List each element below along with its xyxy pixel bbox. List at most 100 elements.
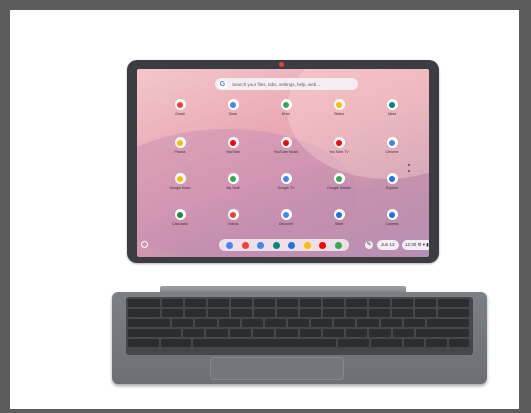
keyboard-key[interactable] <box>437 309 469 317</box>
launcher-button[interactable] <box>141 241 148 248</box>
keyboard-key[interactable] <box>276 329 298 337</box>
keyboard-key[interactable] <box>403 319 425 327</box>
app-youtube[interactable]: YouTube <box>213 137 253 154</box>
keyboard-key[interactable] <box>218 319 240 327</box>
docs-icon[interactable] <box>257 241 265 249</box>
keyboard-key[interactable] <box>322 299 344 307</box>
keyboard-key[interactable] <box>322 309 344 317</box>
app-discover[interactable]: Discover <box>266 209 306 226</box>
keyboard-key[interactable] <box>391 299 413 307</box>
keyboard-key[interactable] <box>380 319 402 327</box>
app-docs[interactable]: Docs <box>213 99 253 116</box>
keyboard-key[interactable] <box>128 309 160 317</box>
keyboard-key[interactable] <box>392 329 414 337</box>
keyboard-key[interactable] <box>252 329 275 337</box>
app-calculator[interactable]: Calculator <box>160 209 200 226</box>
keyboard-key[interactable] <box>207 309 229 317</box>
keyboard-key[interactable] <box>184 309 206 317</box>
keyboard-key[interactable] <box>161 299 183 307</box>
app-icon <box>386 209 398 220</box>
keyboard-key[interactable] <box>229 329 251 337</box>
touchpad[interactable] <box>210 357 344 380</box>
app-gmail[interactable]: Gmail <box>160 99 200 116</box>
page-dot[interactable] <box>408 164 410 166</box>
keyboard-key[interactable] <box>426 319 470 327</box>
keyboard-key[interactable] <box>346 329 368 337</box>
keyboard-key[interactable] <box>437 299 469 307</box>
page-dot[interactable] <box>408 170 410 172</box>
keyboard-key[interactable] <box>414 309 436 317</box>
app-store[interactable]: Store <box>319 209 359 226</box>
keyboard-key[interactable] <box>128 329 182 337</box>
keyboard-key[interactable] <box>299 309 321 317</box>
keyboard-key[interactable] <box>345 309 367 317</box>
keyboard-key[interactable] <box>128 299 160 307</box>
keyboard-key[interactable] <box>264 319 286 327</box>
keyboard-key[interactable] <box>128 319 171 327</box>
app-drive[interactable]: Drive <box>266 99 306 116</box>
keyboard-key[interactable] <box>368 299 390 307</box>
gmail-icon[interactable] <box>241 241 249 249</box>
tray-date[interactable]: Jun 13 <box>377 240 399 250</box>
keyboard-key[interactable] <box>371 339 402 347</box>
app-label: Chrome <box>385 150 399 154</box>
keyboard-key[interactable] <box>161 309 183 317</box>
keyboard-key[interactable] <box>448 339 469 347</box>
keyboard-key[interactable] <box>299 299 321 307</box>
keyboard-key[interactable] <box>241 319 263 327</box>
keyboard-key[interactable] <box>299 329 321 337</box>
keyboard-key[interactable] <box>368 309 390 317</box>
app-camera[interactable]: Camera <box>372 209 412 226</box>
files-icon[interactable] <box>288 241 296 249</box>
keyboard-key[interactable] <box>206 329 228 337</box>
key-row <box>128 339 471 347</box>
keyboard-key[interactable] <box>160 339 192 347</box>
app-slides[interactable]: Slides <box>319 99 359 116</box>
keyboard-key[interactable] <box>311 319 333 327</box>
app-google-sheets[interactable]: Google Sheets <box>319 173 359 190</box>
keyboard-key[interactable] <box>172 319 194 327</box>
status-tray[interactable]: 12:30 ⚙ ▾ ▮ <box>402 240 429 250</box>
keyboard-key[interactable] <box>415 329 469 337</box>
keyboard-key[interactable] <box>230 299 252 307</box>
app-videos[interactable]: Videos <box>213 209 253 226</box>
keyboard-key[interactable] <box>287 319 310 327</box>
keyboard-key[interactable] <box>334 319 356 327</box>
keyboard-key[interactable] <box>128 339 159 347</box>
keyboard-key[interactable] <box>253 309 275 317</box>
keyboard-key[interactable] <box>426 339 447 347</box>
app-chrome[interactable]: Chrome <box>372 137 412 154</box>
chromebook-tablet: G Search your files, tabs, settings, hel… <box>127 60 439 263</box>
keyboard-key[interactable] <box>357 319 379 327</box>
keyboard-key[interactable] <box>183 329 205 337</box>
play-store-icon[interactable] <box>334 241 342 249</box>
keyboard-key[interactable] <box>253 299 275 307</box>
keyboard-key[interactable] <box>322 329 345 337</box>
keyboard-key[interactable] <box>276 309 298 317</box>
keyboard-key[interactable] <box>276 299 298 307</box>
keyboard-key[interactable] <box>391 309 413 317</box>
keyboard-key[interactable] <box>207 299 229 307</box>
app-photos[interactable]: Photos <box>160 137 200 154</box>
keyboard-key[interactable] <box>369 329 391 337</box>
app-google-tv[interactable]: Google TV <box>266 173 306 190</box>
keyboard-key[interactable] <box>230 309 252 317</box>
keyboard-key[interactable] <box>338 339 370 347</box>
app-meet[interactable]: Meet <box>372 99 412 116</box>
keyboard-key[interactable] <box>184 299 206 307</box>
meet-icon[interactable] <box>272 241 280 249</box>
app-my-stuff[interactable]: My Stuff <box>213 173 253 190</box>
app-youtube-tv[interactable]: YouTube TV <box>319 137 359 154</box>
app-youtube-music[interactable]: YouTube Music <box>266 137 306 154</box>
keyboard-key[interactable] <box>403 339 425 347</box>
app-explore[interactable]: Explore <box>372 173 412 190</box>
photos-icon[interactable] <box>303 241 311 249</box>
app-google-keep[interactable]: Google Keep <box>160 173 200 190</box>
keyboard-key[interactable] <box>414 299 436 307</box>
stylus-tools-icon[interactable]: ✎ <box>365 241 373 249</box>
keyboard-key[interactable] <box>195 319 217 327</box>
youtube-icon[interactable] <box>319 241 327 249</box>
chrome-icon[interactable] <box>226 241 234 249</box>
spacebar-key[interactable] <box>193 339 337 347</box>
keyboard-key[interactable] <box>345 299 367 307</box>
